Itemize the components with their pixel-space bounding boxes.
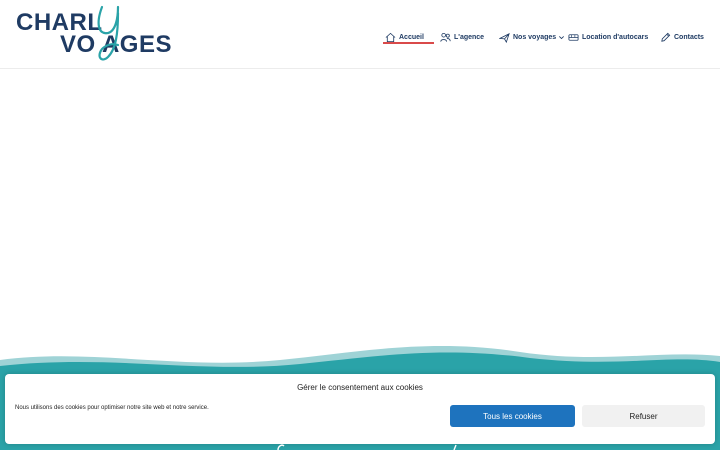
site-logo[interactable]: CHARL VO AGES [15,5,180,65]
footer-ornament-icon [277,444,285,450]
nav-item-contacts[interactable]: Contacts [660,28,704,46]
main-content-area [0,69,720,349]
refuse-cookies-button[interactable]: Refuser [582,405,705,427]
cookie-title: Gérer le consentement aux cookies [297,383,423,392]
home-icon [385,32,396,42]
nav-item-agence[interactable]: L'agence [440,28,484,46]
plane-icon [499,32,510,43]
nav-label-accueil: Accueil [399,33,424,41]
nav-label-nos-voyages: Nos voyages [513,33,557,41]
nav-label-location-autocars: Location d'autocars [582,33,649,41]
cookie-consent-banner: Gérer le consentement aux cookies Nous u… [5,374,715,444]
chevron-down-icon [559,35,565,39]
accept-all-cookies-button[interactable]: Tous les cookies [450,405,575,427]
nav-item-nos-voyages[interactable]: Nos voyages [499,28,568,46]
bus-icon [568,33,579,41]
site-header: CHARL VO AGES Accueil L'agence Nos voyag… [0,0,720,69]
nav-label-agence: L'agence [454,33,485,41]
footer-ornament-icon [453,444,457,450]
pencil-icon [661,32,671,42]
nav-item-location-autocars[interactable]: Location d'autocars [568,28,648,46]
logo-y-glyph-icon [97,5,120,61]
cookie-description: Nous utilisons des cookies pour optimise… [15,405,209,411]
nav-label-contacts: Contacts [674,33,704,41]
nav-item-accueil[interactable]: Accueil [383,28,434,46]
users-icon [440,32,451,42]
